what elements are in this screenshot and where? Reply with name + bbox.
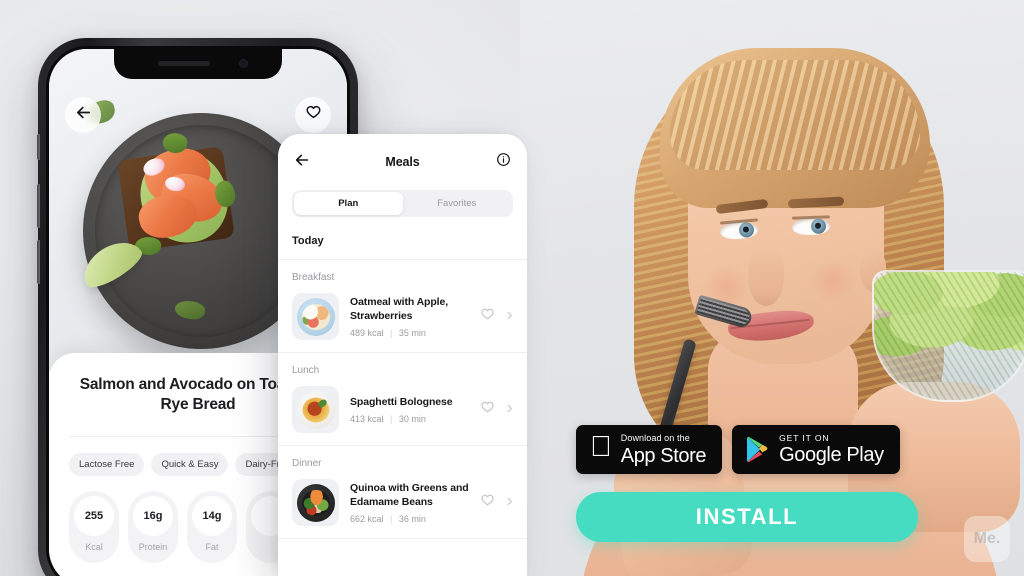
meal-kcal: 662 kcal <box>350 514 384 525</box>
meal-favorite-button[interactable] <box>480 307 495 327</box>
tab-favorites[interactable]: Favorites <box>403 192 512 215</box>
nutrition-item: 14g Fat <box>187 490 237 563</box>
recipe-tag[interactable]: Quick & Easy <box>151 452 229 476</box>
heart-icon <box>305 104 322 126</box>
salad-bowl <box>872 270 1024 402</box>
meal-meta-separator: | <box>390 414 393 425</box>
hair-fringe <box>670 60 920 170</box>
apple-logo-icon:  <box>590 433 612 462</box>
meal-row[interactable]: Quinoa with Greens and Edamame Beans 662… <box>278 475 527 538</box>
app-watermark-logo: Me. <box>964 516 1010 562</box>
phone-notch <box>114 49 282 79</box>
meal-name: Quinoa with Greens and Edamame Beans <box>350 481 469 508</box>
google-play-icon <box>746 436 770 463</box>
google-play-badge[interactable]: GET IT ON Google Play <box>732 425 900 474</box>
meal-meta: 413 kcal | 30 min <box>350 414 469 424</box>
phone-volume-down-button <box>37 240 40 284</box>
cheek-blush <box>806 262 860 300</box>
app-store-badge-top-line: Download on the <box>599 432 690 443</box>
meal-name: Oatmeal with Apple, Strawberries <box>350 295 449 322</box>
nutrition-value: 14g <box>192 495 232 536</box>
meals-title: Meals <box>385 155 420 169</box>
app-store-badge[interactable]:  Download on the App Store <box>576 425 723 474</box>
nutrition-label: Fat <box>205 541 219 552</box>
google-play-badge-top-line: GET IT ON <box>757 432 828 443</box>
meal-kcal: 413 kcal <box>350 414 384 425</box>
recipe-tag[interactable]: Lactose Free <box>69 452 145 476</box>
meal-row[interactable]: Oatmeal with Apple, Strawberries 489 kca… <box>278 289 527 352</box>
recipe-back-button[interactable] <box>65 97 101 133</box>
phone-silent-switch <box>37 134 40 160</box>
lifestyle-photo <box>520 0 1024 576</box>
store-badge-row:  Download on the App Store GET IT ON Go… <box>576 425 900 474</box>
meal-time: 30 min <box>398 414 426 425</box>
nose <box>748 248 784 306</box>
nutrition-item: 16g Protein <box>128 490 178 563</box>
meals-tab-bar: Plan Favorites <box>292 190 513 217</box>
meal-thumbnail <box>292 293 339 340</box>
chevron-right-icon[interactable] <box>504 494 515 512</box>
meal-meta-separator: | <box>390 328 393 339</box>
meals-back-button[interactable] <box>294 152 310 173</box>
meal-thumbnail <box>292 479 339 526</box>
salad-texture <box>874 272 1024 400</box>
nutrition-value: 16g <box>133 495 173 536</box>
meal-meta-separator: | <box>390 514 393 525</box>
meal-meta: 662 kcal | 36 min <box>350 514 469 524</box>
notch-speaker <box>158 61 210 66</box>
notch-front-camera <box>239 59 248 68</box>
chevron-right-icon[interactable] <box>504 401 515 419</box>
nutrition-label: Protein <box>138 541 168 552</box>
arrow-left-icon <box>75 104 92 126</box>
google-play-badge-main-line: Google Play <box>757 444 884 467</box>
nutrition-item: 255 Kcal <box>69 490 119 563</box>
meal-kcal: 489 kcal <box>350 328 384 339</box>
meal-group-label-dinner: Dinner <box>292 458 322 469</box>
meals-screen-card: Meals Plan Favorites Today Breakfast Oat… <box>278 134 527 576</box>
meal-favorite-button[interactable] <box>480 400 495 420</box>
meal-thumbnail <box>292 386 339 433</box>
recipe-favorite-button[interactable] <box>295 97 331 133</box>
meal-name: Spaghetti Bolognese <box>350 395 453 408</box>
meal-time: 36 min <box>398 514 426 525</box>
nutrition-value: 255 <box>74 495 114 536</box>
meal-group-label-lunch: Lunch <box>292 365 320 376</box>
meals-info-button[interactable] <box>496 152 511 172</box>
chevron-right-icon[interactable] <box>504 308 515 326</box>
meal-row[interactable]: Spaghetti Bolognese 413 kcal | 30 min <box>278 382 527 445</box>
app-store-badge-main-line: App Store <box>599 444 707 467</box>
meal-favorite-button[interactable] <box>480 493 495 513</box>
install-button[interactable]: INSTALL <box>576 492 918 542</box>
meal-group-label-breakfast: Breakfast <box>292 272 335 283</box>
meal-time: 35 min <box>398 328 426 339</box>
tab-plan[interactable]: Plan <box>294 192 403 215</box>
day-label: Today <box>292 235 324 247</box>
meal-meta: 489 kcal | 35 min <box>350 328 469 338</box>
meals-header: Meals <box>278 134 527 190</box>
phone-volume-up-button <box>37 184 40 228</box>
section-divider <box>278 538 527 539</box>
nutrition-label: Kcal <box>85 541 103 552</box>
